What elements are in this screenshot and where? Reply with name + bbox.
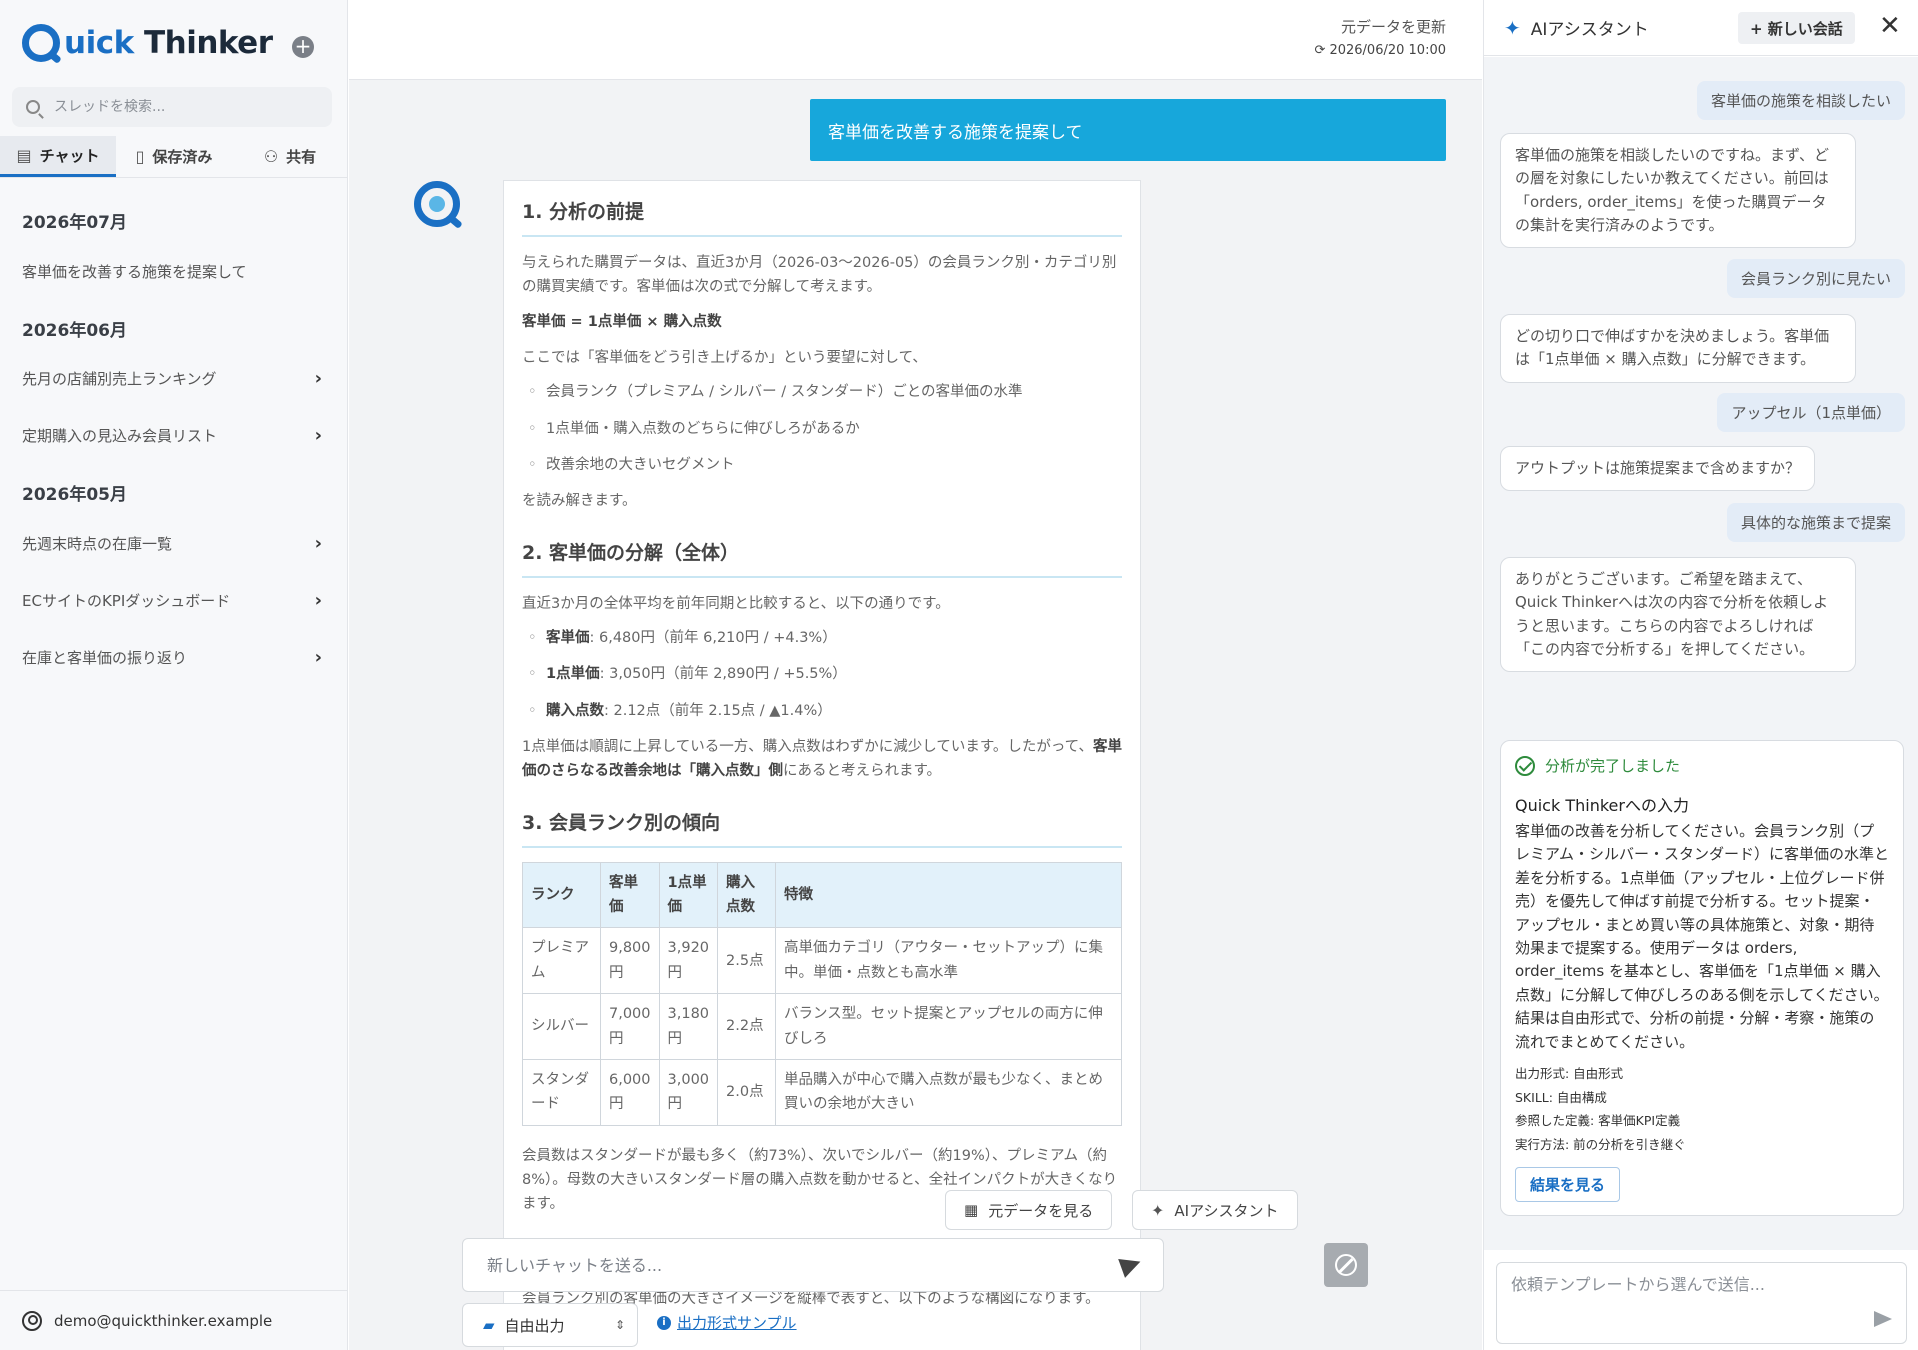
table-icon: ▦ (964, 1201, 979, 1219)
answer-heading: 1. 分析の前提 (522, 197, 1122, 237)
answer-heading: 3. 会員ランク別の傾向 (522, 808, 1122, 848)
section-heading: 2026年05月 (22, 485, 127, 505)
main-panel: 元データを更新 ⟳ 2026/06/20 10:00 客単価を改善する施策を提案… (349, 0, 1482, 1350)
search-icon (26, 100, 40, 114)
section-heading: 2026年06月 (22, 321, 127, 341)
chat-input-box (462, 1238, 1164, 1292)
refresh-data-button[interactable]: 元データを更新 ⟳ 2026/06/20 10:00 (1314, 16, 1446, 58)
app-logo[interactable]: uick Thinker (22, 24, 273, 62)
user-message: 具体的な施策まで提案 (1726, 503, 1905, 542)
status-text: 分析が完了しました (1545, 757, 1681, 775)
sidebar-thread-item[interactable]: 定期購入の見込み会員リスト › (22, 425, 322, 446)
refresh-icon: ⟳ (1314, 43, 1330, 58)
chat-icon: ▤ (16, 145, 32, 165)
user-avatar-icon (22, 1310, 42, 1331)
user-message: 客単価の施策を相談したい (1696, 81, 1905, 120)
user-message: アップセル（1点単価） (1717, 393, 1905, 432)
bullet-list: 客単価: 6,480円（前年 6,210円 / +4.3%） 1点単価: 3,0… (522, 626, 1122, 723)
user-prompt-bubble: 客単価を改善する施策を提案して (810, 99, 1446, 161)
user-account[interactable]: demo@quickthinker.example (0, 1290, 348, 1350)
thread-search (12, 87, 332, 127)
table-row: スタンダード 6,000円 3,000円 2.0点 単品購入が中心で購入点数が最… (522, 1058, 1122, 1126)
chevron-updown-icon: ⇕ (614, 1318, 625, 1332)
bot-message: ありがとうございます。ご希望を踏まえて、Quick Thinkerへは次の内容で… (1500, 557, 1856, 672)
close-icon[interactable]: ✕ (1879, 12, 1901, 40)
sidebar-thread-item[interactable]: 先月の店舗別売上ランキング › (22, 368, 322, 389)
chevron-right-icon: › (314, 533, 322, 554)
user-message: 会員ランク別に見たい (1726, 259, 1905, 298)
sidebar-thread-item[interactable]: 客単価を改善する施策を提案して (22, 261, 322, 282)
sparkle-icon: ✦ (1504, 15, 1521, 40)
assistant-input-box (1496, 1262, 1907, 1344)
tab-shared[interactable]: ⚇ 共有 (232, 136, 348, 177)
send-icon[interactable] (1874, 1311, 1892, 1327)
ai-assistant-panel: ✦ AIアシスタント + 新しい会話 ✕ 客単価の施策を相談したい 客単価の施策… (1483, 0, 1918, 1350)
sparkle-icon: ✦ (1151, 1200, 1165, 1220)
assistant-header: ✦ AIアシスタント + 新しい会話 ✕ (1484, 0, 1918, 56)
assistant-input[interactable] (1511, 1275, 1871, 1294)
sidebar: uick Thinker + ▤ チャット ▯ 保存済み ⚇ 共有 2026年0… (0, 0, 348, 1350)
bot-message: 客単価の施策を相談したいのですね。まず、どの層を対象にしたいか教えてください。前… (1500, 133, 1856, 248)
rank-table: ランク 客単価 1点単価 購入点数 特徴 プレミアム 9,800円 3,920円… (522, 861, 1122, 1126)
chevron-right-icon: › (314, 368, 322, 389)
answer-heading: 2. 客単価の分解（全体） (522, 538, 1122, 578)
assistant-title: AIアシスタント (1530, 20, 1649, 40)
ai-assistant-button[interactable]: ✦ AIアシスタント (1132, 1190, 1298, 1230)
chevron-right-icon: › (314, 590, 322, 611)
document-icon: ▰ (483, 1316, 495, 1334)
check-circle-icon (1515, 755, 1535, 776)
send-icon[interactable] (1118, 1252, 1144, 1278)
section-heading: 2026年07月 (22, 213, 127, 233)
sidebar-thread-item[interactable]: ECサイトのKPIダッシュボード › (22, 590, 322, 611)
logo-q-mark (22, 24, 60, 62)
answer-card: 1. 分析の前提 与えられた購買データは、直近3か月（2026-03〜2026-… (503, 180, 1141, 1350)
bot-message: どの切り口で伸ばすかを決めましょう。客単価は「1点単価 × 購入点数」に分解でき… (1500, 314, 1856, 383)
users-icon: ⚇ (263, 147, 279, 166)
tab-chat[interactable]: ▤ チャット (0, 136, 116, 177)
table-row: プレミアム 9,800円 3,920円 2.5点 高単価カテゴリ（アウター・セッ… (522, 927, 1122, 995)
formula: 客単価 = 1点単価 × 購入点数 (522, 313, 722, 330)
card-body: 客単価の改善を分析してください。会員ランク別（プレミアム・シルバー・スタンダード… (1515, 822, 1889, 1051)
format-sample-link[interactable]: i 出力形式サンプル (657, 1312, 797, 1333)
view-result-button[interactable]: 結果を見る (1515, 1166, 1621, 1202)
stop-button[interactable] (1324, 1243, 1368, 1287)
assistant-conversation: 客単価の施策を相談したい 客単価の施策を相談したいのですね。まず、どの層を対象に… (1484, 57, 1918, 1250)
chevron-right-icon: › (314, 647, 322, 668)
new-conversation-button[interactable]: + 新しい会話 (1738, 12, 1855, 44)
sidebar-thread-item[interactable]: 先週末時点の在庫一覧 › (22, 533, 322, 554)
chevron-right-icon: › (314, 425, 322, 446)
new-thread-plus-icon[interactable]: + (292, 36, 314, 58)
info-icon: i (657, 1315, 671, 1330)
analysis-result-card: 分析が完了しました Quick Thinkerへの入力 客単価の改善を分析してく… (1500, 740, 1904, 1216)
sidebar-thread-item[interactable]: 在庫と客単価の振り返り › (22, 647, 322, 668)
view-source-data-button[interactable]: ▦ 元データを見る (945, 1190, 1113, 1230)
output-format-select[interactable]: ▰ 自由出力 ⇕ (462, 1303, 638, 1347)
bookmark-icon: ▯ (135, 147, 145, 166)
bot-message: アウトプットは施策提案まで含めますか？ (1500, 446, 1816, 492)
card-title: Quick Thinkerへの入力 (1515, 796, 1689, 815)
bullet-list: 会員ランク（プレミアム / シルバー / スタンダード）ごとの客単価の水準 1点… (522, 380, 1122, 477)
chat-input[interactable] (487, 1255, 1087, 1275)
thread-search-input[interactable] (54, 99, 304, 115)
table-row: シルバー 7,000円 3,180円 2.2点 バランス型。セット提案とアップセ… (522, 993, 1122, 1060)
bot-avatar-icon (414, 181, 460, 227)
sidebar-tabs: ▤ チャット ▯ 保存済み ⚇ 共有 (0, 136, 348, 178)
tab-saved[interactable]: ▯ 保存済み (116, 136, 232, 177)
main-topbar: 元データを更新 ⟳ 2026/06/20 10:00 (349, 0, 1482, 80)
card-meta: 出力形式: 自由形式 SKILL: 自由構成 参照した定義: 客単価KPI定義 … (1515, 1065, 1686, 1153)
